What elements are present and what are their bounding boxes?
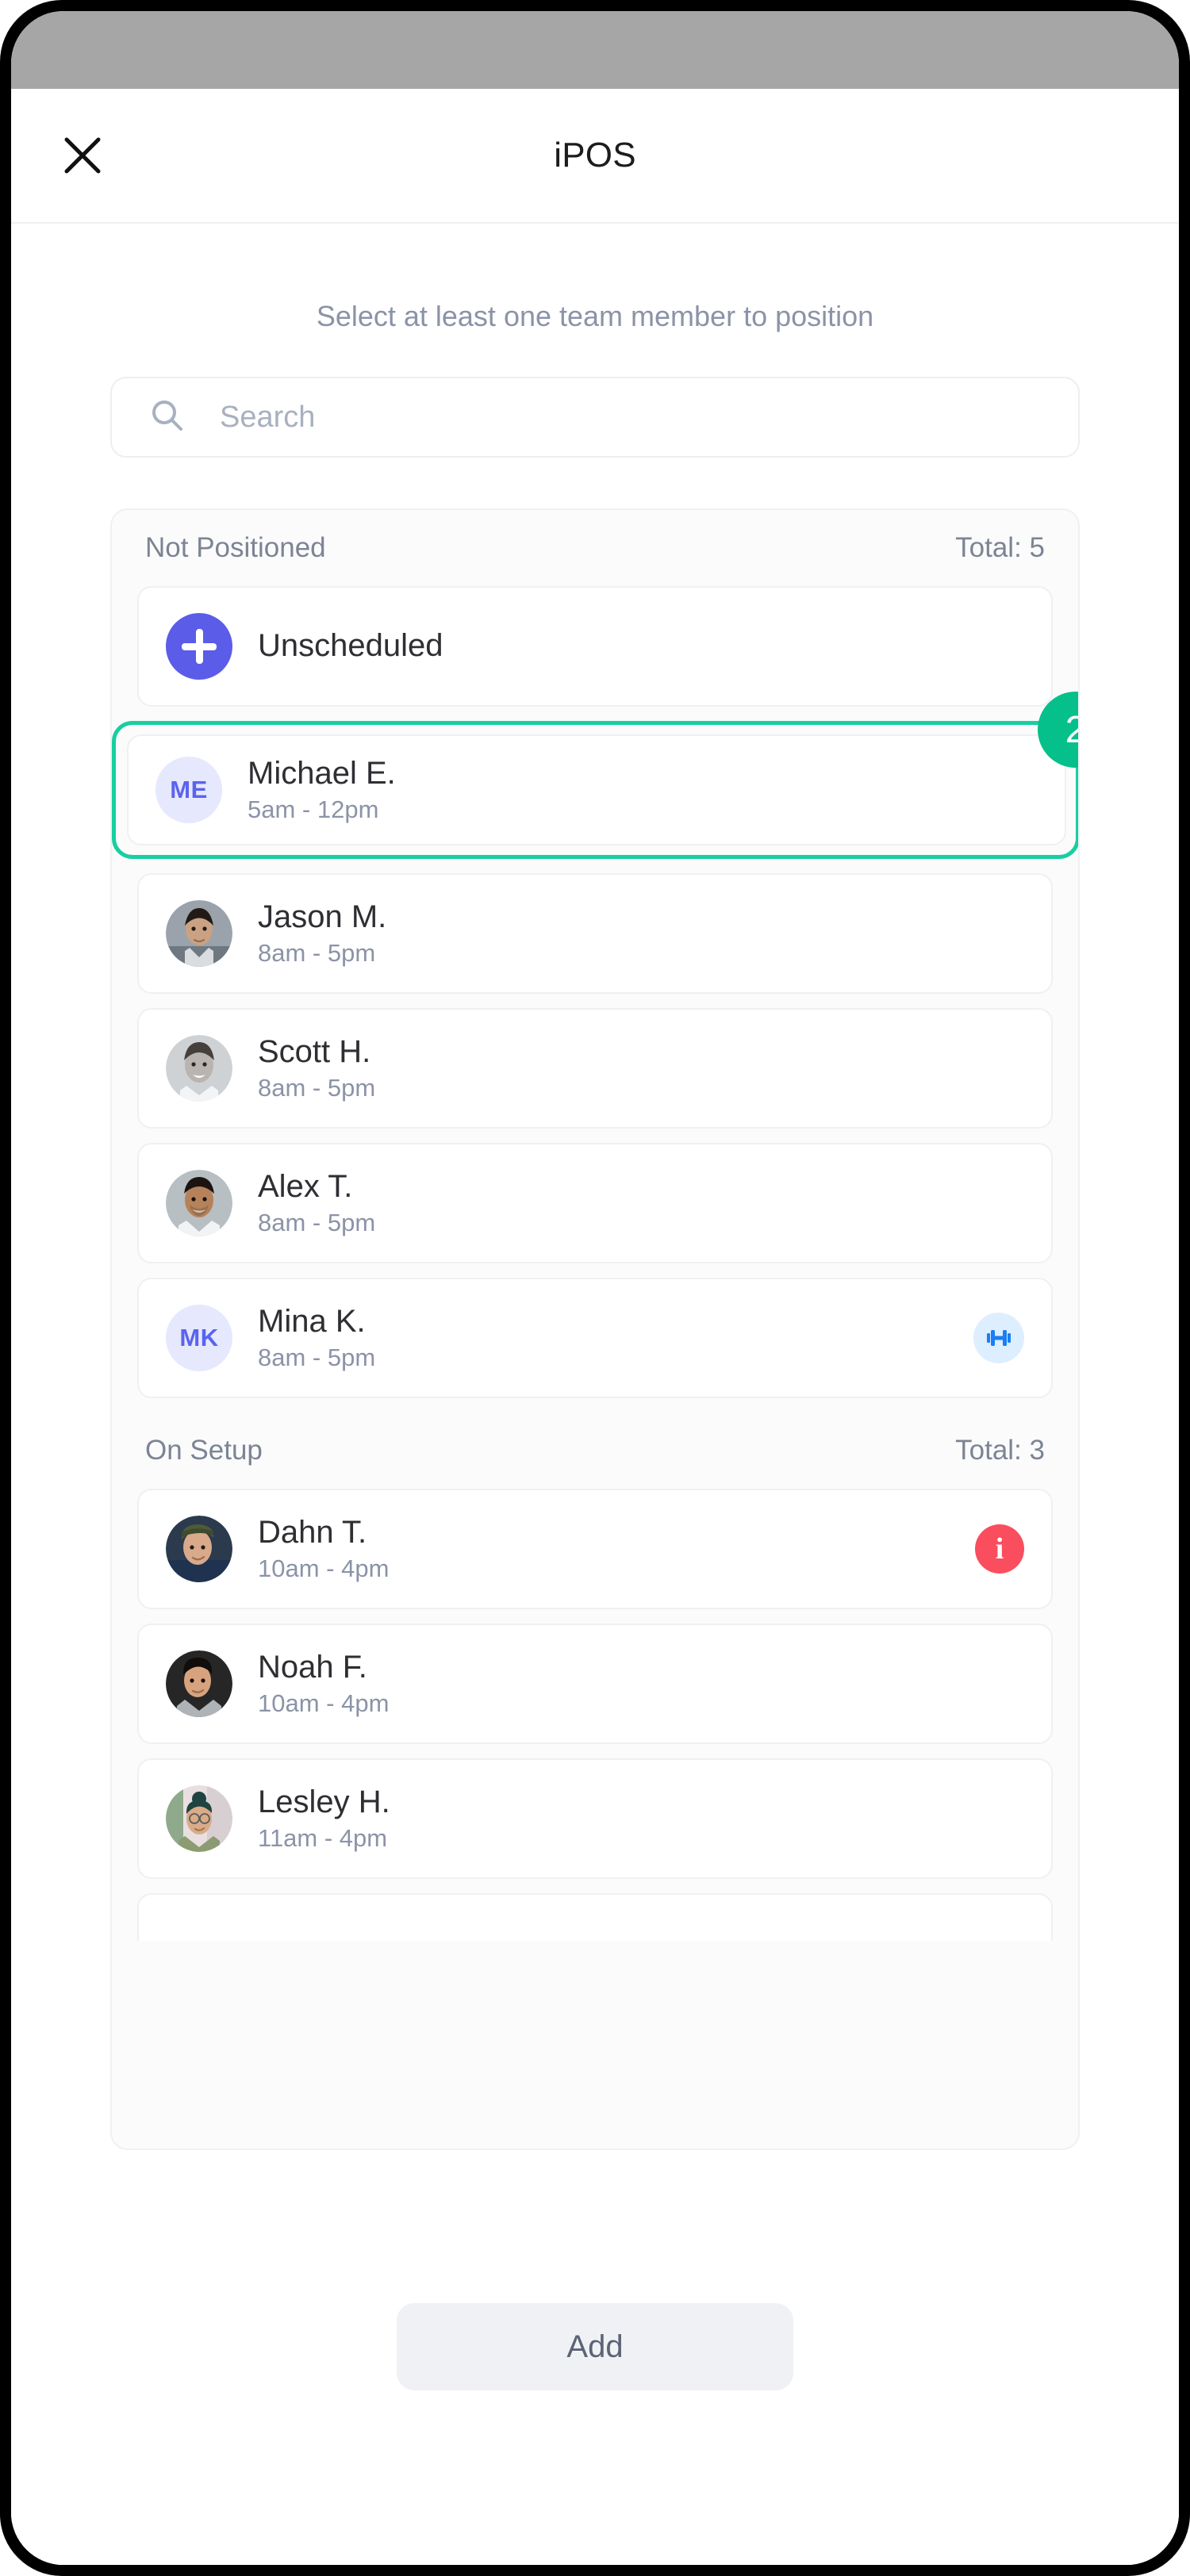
list-item-name: Michael E. bbox=[248, 756, 396, 792]
instruction-text: Select at least one team member to posit… bbox=[316, 300, 874, 332]
modal-body: Select at least one team member to posit… bbox=[11, 224, 1179, 2565]
list-item-lesley-h[interactable]: Lesley H. 11am - 4pm bbox=[137, 1758, 1053, 1879]
list-item-name: Jason M. bbox=[258, 899, 387, 935]
list-item-time: 11am - 4pm bbox=[258, 1823, 388, 1852]
modal-header: iPOS bbox=[11, 89, 1179, 224]
list-item-time: 10am - 4pm bbox=[258, 1689, 390, 1717]
list-item-texts: Michael E. 5am - 12pm bbox=[248, 757, 1038, 822]
list-item-name: Unscheduled bbox=[258, 628, 443, 664]
list-item-time: 8am - 5pm bbox=[258, 1073, 376, 1102]
list-item-name: Dahn T. bbox=[258, 1515, 367, 1551]
avatar: ME bbox=[155, 757, 222, 823]
modal-footer: Add bbox=[11, 2216, 1179, 2565]
search-input[interactable] bbox=[220, 400, 1040, 435]
list-item-jason-m[interactable]: Jason M. 8am - 5pm bbox=[137, 873, 1053, 994]
list-item-dahn-t[interactable]: Dahn T. 10am - 4pm i bbox=[137, 1489, 1053, 1609]
avatar bbox=[166, 900, 232, 967]
search-icon bbox=[150, 398, 185, 437]
phone-screen: iPOS Select at least one team member to … bbox=[11, 11, 1179, 2565]
list-item-scott-h[interactable]: Scott H. 8am - 5pm bbox=[137, 1008, 1053, 1129]
section-header-not-positioned: Not Positioned Total: 5 bbox=[112, 510, 1078, 586]
avatar: MK bbox=[166, 1305, 232, 1371]
list-item-time: 10am - 4pm bbox=[258, 1554, 390, 1582]
section-total: Total: 3 bbox=[955, 1435, 1045, 1466]
training-icon[interactable] bbox=[973, 1313, 1024, 1363]
section-total: Total: 5 bbox=[955, 532, 1045, 563]
list-item-texts: Lesley H. 11am - 4pm bbox=[258, 1785, 1024, 1851]
list-item-texts: Jason M. 8am - 5pm bbox=[258, 900, 1024, 966]
list-item-noah-f[interactable]: Noah F. 10am - 4pm bbox=[137, 1623, 1053, 1744]
list-item-name: Scott H. bbox=[258, 1034, 371, 1070]
list-item-name: Lesley H. bbox=[258, 1784, 390, 1820]
team-member-list[interactable]: Not Positioned Total: 5 Unscheduled 2 ME bbox=[110, 508, 1080, 2150]
phone-frame: iPOS Select at least one team member to … bbox=[0, 0, 1190, 2576]
list-item-name: Noah F. bbox=[258, 1650, 367, 1685]
list-item-unscheduled[interactable]: Unscheduled bbox=[137, 586, 1053, 707]
list-item-mina-k[interactable]: MK Mina K. 8am - 5pm bbox=[137, 1278, 1053, 1398]
page-title: iPOS bbox=[554, 136, 636, 174]
list-item-texts: Noah F. 10am - 4pm bbox=[258, 1650, 1024, 1716]
avatar bbox=[166, 1035, 232, 1102]
avatar bbox=[166, 1650, 232, 1717]
avatar bbox=[166, 1170, 232, 1236]
list-item-partial[interactable] bbox=[137, 1893, 1053, 1941]
list-item-time: 8am - 5pm bbox=[258, 1208, 376, 1236]
plus-icon bbox=[166, 613, 232, 680]
list-item-name: Mina K. bbox=[258, 1304, 366, 1340]
list-item-time: 8am - 5pm bbox=[258, 938, 376, 967]
list-item-alex-t[interactable]: Alex T. 8am - 5pm bbox=[137, 1143, 1053, 1263]
list-item-michael-e[interactable]: ME Michael E. 5am - 12pm bbox=[127, 734, 1066, 845]
avatar bbox=[166, 1516, 232, 1582]
section-title: On Setup bbox=[145, 1435, 263, 1466]
list-item-texts: Alex T. 8am - 5pm bbox=[258, 1170, 1024, 1236]
list-item-trailing[interactable]: i bbox=[975, 1524, 1024, 1574]
list-item-time: 8am - 5pm bbox=[258, 1343, 376, 1371]
section-title: Not Positioned bbox=[145, 532, 326, 563]
avatar bbox=[166, 1785, 232, 1852]
section-header-on-setup: On Setup Total: 3 bbox=[112, 1413, 1078, 1489]
list-item-selected-wrapper[interactable]: 2 ME Michael E. 5am - 12pm bbox=[112, 692, 1078, 859]
list-item-name: Alex T. bbox=[258, 1169, 353, 1205]
status-bar bbox=[11, 11, 1179, 89]
list-item-texts: Dahn T. 10am - 4pm bbox=[258, 1516, 950, 1581]
list-item-trailing[interactable] bbox=[973, 1313, 1024, 1363]
list-item-texts: Unscheduled bbox=[258, 629, 1024, 663]
search-field[interactable] bbox=[110, 377, 1080, 458]
list-item-texts: Mina K. 8am - 5pm bbox=[258, 1305, 948, 1370]
add-button[interactable]: Add bbox=[397, 2303, 793, 2390]
list-item-time: 5am - 12pm bbox=[248, 795, 379, 823]
list-item-texts: Scott H. 8am - 5pm bbox=[258, 1035, 1024, 1101]
info-icon[interactable]: i bbox=[975, 1524, 1024, 1574]
